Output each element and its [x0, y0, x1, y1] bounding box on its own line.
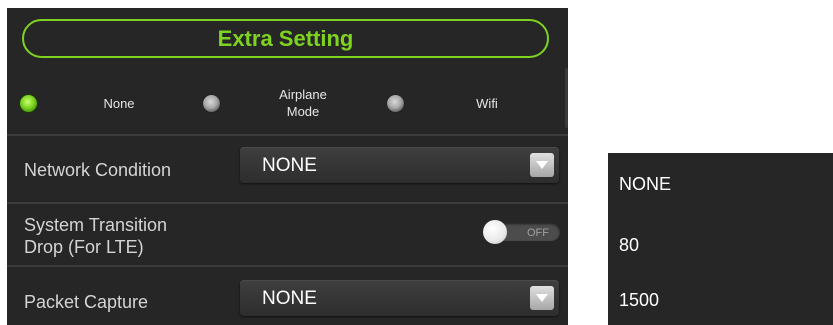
- divider: [7, 265, 568, 267]
- dropdown-option-none[interactable]: NONE: [619, 174, 671, 195]
- radio-label-none: None: [103, 96, 135, 111]
- dropdown-options-list: NONE 80 1500: [608, 153, 833, 325]
- network-condition-label: Network Condition: [24, 160, 172, 180]
- divider: [7, 202, 568, 204]
- radio-label-airplane-line-2: Mode: [286, 104, 320, 119]
- system-transition-drop-line-2: Drop (For LTE): [24, 237, 144, 257]
- caret-down-icon: [530, 153, 554, 177]
- system-transition-drop-toggle[interactable]: OFF: [483, 220, 560, 244]
- network-condition-value: NONE: [262, 155, 317, 176]
- extra-setting-panel: Extra Setting None Airplane Mode Wifi Ne…: [7, 8, 568, 325]
- extra-setting-header-button[interactable]: Extra Setting: [22, 19, 549, 58]
- packet-capture-dropdown[interactable]: NONE: [240, 280, 559, 316]
- packet-capture-value: NONE: [262, 288, 317, 309]
- network-condition-dropdown[interactable]: NONE: [240, 147, 559, 183]
- dropdown-option-1500[interactable]: 1500: [619, 290, 659, 311]
- dropdown-option-80[interactable]: 80: [619, 235, 639, 256]
- toggle-knob[interactable]: [483, 220, 507, 244]
- radio-label-airplane-line-1: Airplane: [279, 87, 327, 102]
- radio-label-wifi: Wifi: [476, 96, 498, 111]
- packet-capture-label: Packet Capture: [24, 292, 149, 312]
- mode-radio-group: None Airplane Mode Wifi: [7, 83, 568, 133]
- radio-wifi[interactable]: [387, 95, 404, 112]
- divider: [7, 134, 568, 136]
- toggle-off-text: OFF: [527, 227, 549, 239]
- radio-label-airplane-mode: Airplane Mode: [263, 86, 343, 120]
- system-transition-drop-label: System Transition Drop (For LTE): [24, 214, 167, 258]
- radio-airplane-mode[interactable]: [203, 95, 220, 112]
- system-transition-drop-line-1: System Transition: [24, 215, 168, 235]
- caret-down-icon: [530, 286, 554, 310]
- radio-none[interactable]: [20, 95, 37, 112]
